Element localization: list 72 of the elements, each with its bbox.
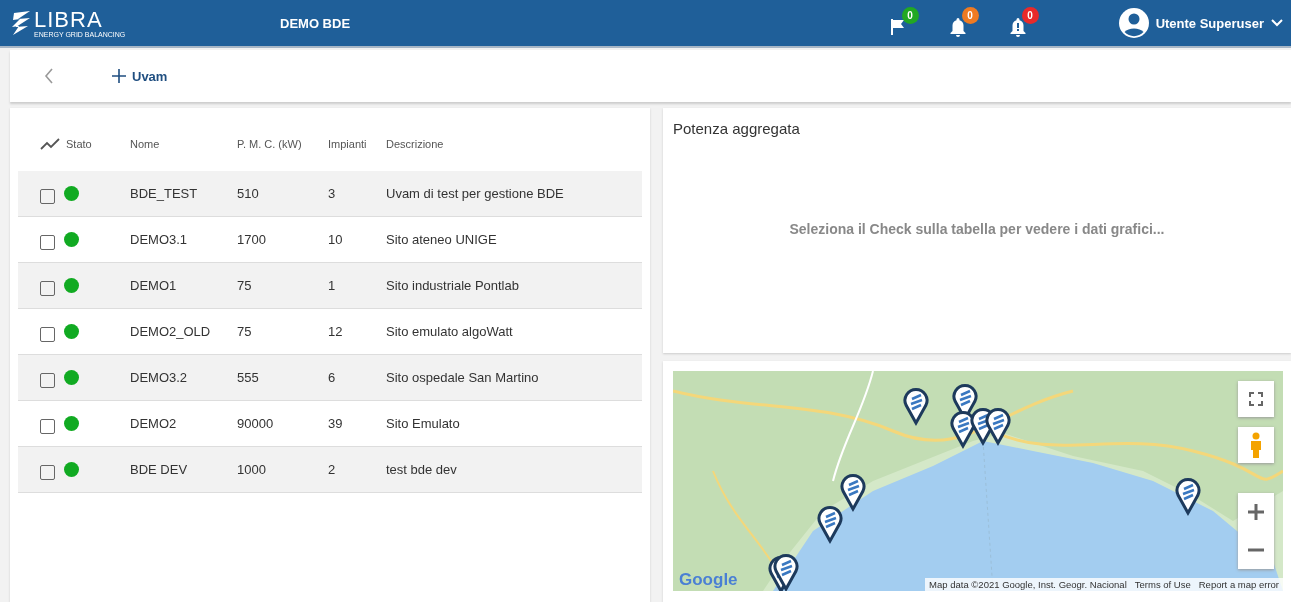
logo-icon [10, 9, 32, 37]
table-cell: 510 [237, 186, 259, 201]
table-cell: 3 [328, 186, 336, 201]
table-cell: Sito emulato algoWatt [386, 324, 513, 339]
row-checkbox[interactable] [40, 189, 55, 204]
row-checkbox[interactable] [40, 235, 55, 250]
chevron-down-icon [1271, 19, 1283, 27]
plus-icon [1248, 504, 1264, 520]
table-cell: Uvam di test per gestione BDE [386, 186, 564, 201]
column-header: Impianti [328, 137, 367, 150]
table-cell: 6 [328, 370, 336, 385]
table-row[interactable]: BDE DEV 1000 2 test bde dev [18, 447, 642, 493]
empty-message: Seleziona il Check sulla tabella per vedere i dati grafici... [789, 221, 1165, 237]
row-checkbox[interactable] [40, 465, 55, 480]
add-button[interactable]: Uvam [108, 64, 172, 88]
table-cell: 39 [328, 416, 343, 431]
table-cell: Sito Emulato [386, 416, 460, 431]
row-checkbox[interactable] [40, 373, 55, 388]
bell-alert-icon [1008, 16, 1027, 37]
trend-icon [40, 137, 60, 150]
table-cell: DEMO1 [130, 278, 177, 293]
count-badge: 0 [901, 6, 919, 24]
column-header: Stato [66, 137, 92, 150]
table-cell: 2 [328, 462, 336, 477]
plus-icon [112, 69, 126, 83]
row-checkbox[interactable] [40, 419, 55, 434]
table-cell: DEMO3.1 [130, 232, 188, 247]
map-attribution: Map data ©2021 Google, Inst. Geogr. Nacional [929, 579, 1127, 590]
table-cell: BDE_TEST [130, 186, 198, 201]
table-cell: 90000 [237, 416, 274, 431]
minus-icon [1248, 548, 1264, 552]
map-link[interactable]: Terms of Use [1134, 579, 1191, 590]
table-cell: test bde dev [386, 462, 457, 477]
table-cell: DEMO2 [130, 416, 177, 431]
count-badge: 0 [1021, 6, 1039, 24]
person-icon [1249, 432, 1263, 458]
flag-icon [888, 16, 907, 37]
table-cell: 1700 [237, 232, 266, 247]
table-cell: Sito ateneo UNIGE [386, 232, 497, 247]
table-row[interactable]: DEMO3.2 555 6 Sito ospedale San Martino [18, 355, 642, 401]
app-title: DEMO BDE [280, 15, 351, 31]
table-cell: 10 [328, 232, 343, 247]
fullscreen-button[interactable] [1238, 381, 1274, 417]
chevron-left-icon [44, 68, 54, 84]
map-link[interactable]: Report a map error [1198, 579, 1279, 590]
table-row[interactable]: DEMO1 75 1 Sito industriale Pontlab [18, 263, 642, 309]
table-cell: 1 [328, 278, 336, 293]
avatar-icon [1118, 8, 1149, 38]
table-row[interactable]: BDE_TEST 510 3 Uvam di test per gestione BDE [18, 171, 642, 217]
table-cell: Sito ospedale San Martino [386, 370, 539, 385]
bell-icon [948, 16, 967, 37]
table-cell: 75 [237, 324, 252, 339]
column-header: Nome [130, 137, 160, 150]
logo-name: LIBRA [34, 8, 104, 31]
row-checkbox[interactable] [40, 281, 55, 296]
map-logo: Google [679, 570, 738, 590]
table-cell: 12 [328, 324, 343, 339]
table-cell: 1000 [237, 462, 266, 477]
table-cell: DEMO2_OLD [130, 324, 211, 339]
row-checkbox[interactable] [40, 327, 55, 342]
user-menu[interactable]: Utente Superuser [1118, 8, 1283, 38]
table-cell: DEMO3.2 [130, 370, 188, 385]
table-cell: 555 [237, 370, 259, 385]
fullscreen-icon [1249, 392, 1263, 406]
table-cell: 75 [237, 278, 252, 293]
table-cell: Sito industriale Pontlab [386, 278, 519, 293]
table-cell: BDE DEV [130, 462, 188, 477]
panel-title: Potenza aggregata [673, 120, 801, 137]
column-header: P. M. C. (kW) [237, 137, 302, 150]
column-header: Descrizione [386, 137, 444, 150]
count-badge: 0 [961, 6, 979, 24]
notification-button[interactable]: 0 [1006, 6, 1039, 40]
